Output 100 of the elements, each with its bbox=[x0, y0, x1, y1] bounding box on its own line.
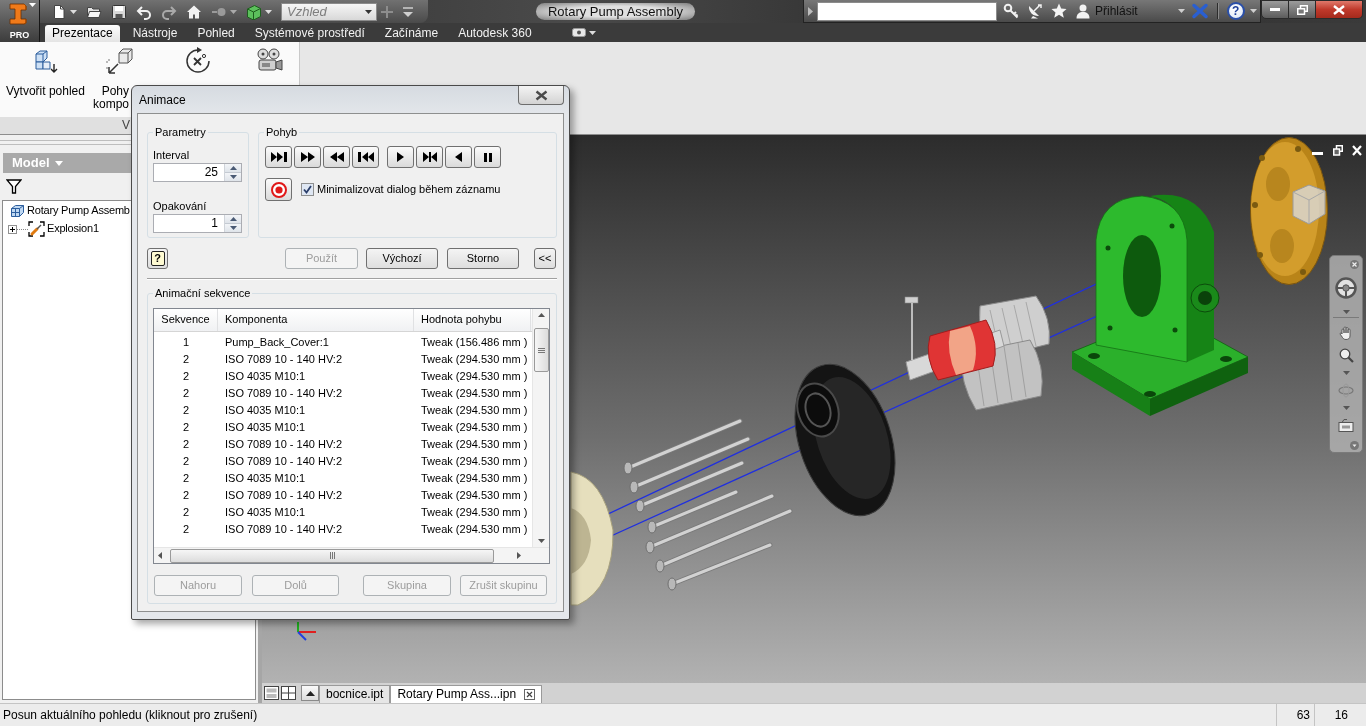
column-header[interactable]: Komponenta bbox=[218, 309, 414, 331]
box-icon[interactable] bbox=[246, 3, 262, 20]
close-icon[interactable] bbox=[524, 689, 536, 700]
spin-up-button[interactable] bbox=[225, 215, 241, 223]
window-title: Rotary Pump Assembly bbox=[535, 2, 696, 21]
tweak-components-button[interactable]: Pohy kompo bbox=[88, 47, 136, 111]
table-cell-text: Tweak (294.530 mm ) bbox=[420, 437, 529, 452]
document-tab[interactable]: bocnice.ipt bbox=[319, 685, 391, 703]
spin-down-button[interactable] bbox=[225, 223, 241, 232]
close-button[interactable] bbox=[1316, 0, 1363, 19]
table-cell-text: Tweak (294.530 mm ) bbox=[420, 403, 529, 418]
ribbon-tab[interactable]: Pohled bbox=[190, 25, 242, 42]
number-field[interactable]: 1 bbox=[153, 214, 242, 233]
table-cell-text: ISO 4035 M10:1 bbox=[224, 403, 307, 418]
caret-icon[interactable] bbox=[265, 9, 272, 14]
table-cell-text: 2 bbox=[181, 369, 191, 384]
checkbox-label[interactable]: Minimalizovat dialog během záznamu bbox=[317, 182, 501, 197]
restore-button[interactable] bbox=[1289, 0, 1316, 19]
skip-to-start-icon bbox=[357, 152, 374, 162]
home-icon[interactable] bbox=[186, 3, 202, 20]
record-button[interactable] bbox=[265, 178, 292, 201]
caret-icon[interactable] bbox=[365, 9, 372, 14]
redo-icon[interactable] bbox=[161, 3, 177, 20]
new-document-icon[interactable] bbox=[51, 3, 67, 20]
table-cell-text: 2 bbox=[181, 420, 191, 435]
bowtie-icon bbox=[422, 152, 437, 162]
ribbon-tab[interactable]: Systémové prostředí bbox=[247, 25, 372, 42]
document-tab[interactable]: Rotary Pump Ass...ipn bbox=[390, 685, 543, 703]
caret-icon[interactable] bbox=[588, 30, 596, 35]
collapse-button[interactable]: << bbox=[534, 248, 556, 269]
satellite-dish-icon[interactable] bbox=[1027, 3, 1043, 19]
spin-up-button[interactable] bbox=[225, 164, 241, 172]
table-cell-text: Tweak (294.530 mm ) bbox=[420, 471, 529, 486]
restore-icon[interactable] bbox=[1333, 145, 1343, 156]
expand-icon[interactable] bbox=[8, 224, 17, 234]
steering-wheel-icon[interactable] bbox=[1335, 277, 1357, 299]
zoom-icon[interactable] bbox=[1338, 348, 1354, 363]
help-button[interactable]: ? bbox=[147, 248, 168, 269]
spin-down-button[interactable] bbox=[225, 172, 241, 181]
search-field[interactable] bbox=[817, 1, 997, 21]
caret-icon[interactable] bbox=[70, 9, 77, 14]
up-triangle-icon bbox=[537, 313, 545, 317]
defaults-button[interactable]: Výchozí bbox=[366, 248, 438, 269]
auto-reverse-button[interactable] bbox=[416, 146, 443, 168]
step-forward-button[interactable] bbox=[294, 146, 321, 168]
pause-button[interactable] bbox=[474, 146, 501, 168]
star-icon[interactable] bbox=[1051, 3, 1067, 19]
table-cell-text: Tweak (294.530 mm ) bbox=[420, 420, 529, 435]
ribbon-tab[interactable]: Autodesk 360 bbox=[451, 25, 539, 42]
horizontal-scrollbar[interactable] bbox=[154, 547, 549, 563]
create-view-button[interactable]: Vytvořit pohled bbox=[3, 47, 88, 98]
down-triangle-icon bbox=[229, 226, 237, 230]
help-button[interactable]: ? bbox=[1226, 2, 1245, 20]
ribbon-tab[interactable]: Začínáme bbox=[377, 25, 446, 42]
window-grid-icon[interactable] bbox=[281, 686, 296, 700]
checkbox[interactable] bbox=[301, 183, 314, 196]
window-tiles-icon[interactable] bbox=[264, 686, 279, 700]
rotate-components-button[interactable] bbox=[184, 47, 212, 75]
up-triangle-icon bbox=[229, 166, 237, 170]
status-value: 63 bbox=[1276, 704, 1314, 726]
close-icon bbox=[534, 89, 548, 101]
status-message: Posun aktuálního pohledu (kliknout pro zrušení) bbox=[2, 707, 258, 723]
play-to-end-button[interactable] bbox=[265, 146, 292, 168]
menu-caret-icon[interactable] bbox=[1350, 441, 1359, 450]
tree-item[interactable]: Explosion1 bbox=[47, 222, 99, 236]
screen-icon[interactable] bbox=[1338, 418, 1354, 433]
caret-icon[interactable] bbox=[29, 3, 36, 7]
table-cell-text: 2 bbox=[181, 437, 191, 452]
vertical-scrollbar[interactable] bbox=[532, 309, 549, 547]
up-button[interactable] bbox=[301, 685, 319, 701]
minimize-button[interactable] bbox=[1261, 0, 1289, 19]
rewind-to-start-button[interactable] bbox=[352, 146, 379, 168]
play-reverse-button[interactable] bbox=[445, 146, 472, 168]
scrollbar-thumb[interactable] bbox=[533, 328, 549, 372]
display-icon[interactable] bbox=[571, 28, 586, 37]
seal-ring-drawing bbox=[927, 319, 996, 381]
minimize-icon bbox=[1270, 8, 1280, 11]
table-cell-text: ISO 4035 M10:1 bbox=[224, 420, 307, 435]
tree-item[interactable]: Rotary Pump Assemb bbox=[27, 204, 130, 218]
key-icon[interactable] bbox=[1003, 3, 1019, 19]
undo-icon[interactable] bbox=[136, 3, 152, 20]
user-icon[interactable] bbox=[1075, 3, 1091, 19]
ribbon-tab[interactable]: Prezentace bbox=[45, 25, 120, 42]
cancel-button[interactable]: Storno bbox=[447, 248, 519, 269]
close-button[interactable] bbox=[518, 86, 564, 105]
column-header[interactable]: Hodnota pohybu bbox=[414, 309, 531, 331]
filter-icon[interactable] bbox=[6, 179, 22, 194]
number-field[interactable]: 25 bbox=[153, 163, 242, 182]
expand-arrow-icon[interactable] bbox=[808, 6, 813, 16]
rewind-icon bbox=[329, 152, 344, 162]
up-triangle-icon bbox=[229, 217, 237, 221]
hand-icon[interactable] bbox=[1339, 326, 1353, 340]
application-menu-button[interactable]: PRO bbox=[0, 0, 40, 42]
table-cell-text: ISO 7089 10 - 140 HV:2 bbox=[224, 522, 343, 537]
play-button[interactable] bbox=[387, 146, 414, 168]
scrollbar-thumb[interactable] bbox=[170, 548, 494, 563]
column-header[interactable]: Sekvence bbox=[154, 309, 218, 331]
step-back-button[interactable] bbox=[323, 146, 350, 168]
ribbon-tab[interactable]: Nástroje bbox=[125, 25, 185, 42]
line-caret-icon[interactable] bbox=[402, 5, 414, 18]
